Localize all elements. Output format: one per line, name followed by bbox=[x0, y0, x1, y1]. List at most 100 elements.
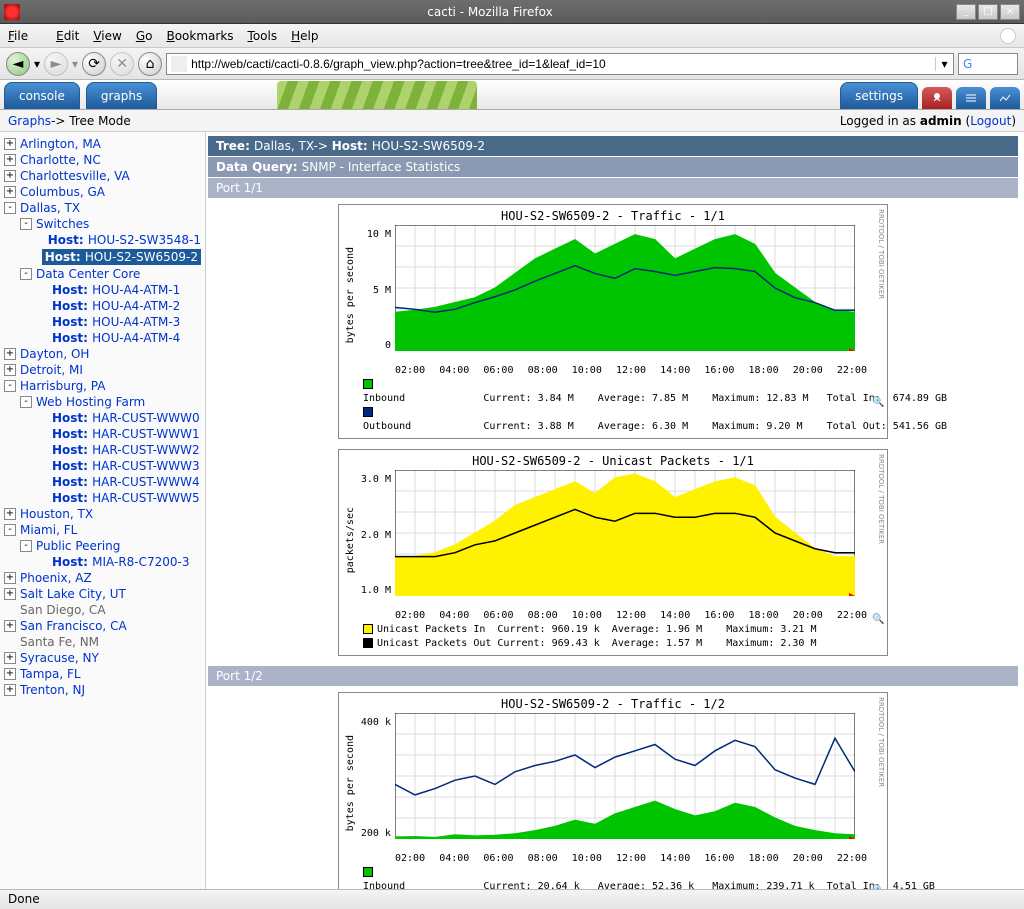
tree-item-label[interactable]: Host: HAR-CUST-WWW4 bbox=[52, 475, 200, 489]
expander-icon[interactable]: - bbox=[4, 524, 16, 536]
tree-item-label[interactable]: Host: HOU-A4-ATM-2 bbox=[52, 299, 180, 313]
tree-item-label[interactable]: Harrisburg, PA bbox=[20, 379, 106, 393]
tab-settings[interactable]: settings bbox=[840, 82, 918, 109]
expander-icon[interactable]: + bbox=[4, 170, 16, 182]
tree-item[interactable]: Host: HOU-S2-SW6509-2 bbox=[0, 248, 205, 266]
tree-item[interactable]: Host: HOU-A4-ATM-4 bbox=[0, 330, 205, 346]
zoom-icon[interactable]: 🔍 bbox=[872, 614, 886, 625]
expander-icon[interactable]: - bbox=[4, 380, 16, 392]
tree-item[interactable]: Santa Fe, NM bbox=[0, 634, 205, 650]
tree-item-label[interactable]: Tampa, FL bbox=[20, 667, 81, 681]
expander-icon[interactable]: - bbox=[20, 268, 32, 280]
tree-item-label[interactable]: Host: HAR-CUST-WWW1 bbox=[52, 427, 200, 441]
tree-item-label[interactable]: Phoenix, AZ bbox=[20, 571, 92, 585]
expander-icon[interactable]: + bbox=[4, 154, 16, 166]
tree-item[interactable]: Host: HAR-CUST-WWW5 bbox=[0, 490, 205, 506]
expander-icon[interactable]: - bbox=[20, 218, 32, 230]
tab-graphs[interactable]: graphs bbox=[86, 82, 157, 109]
tree-item[interactable]: +Houston, TX bbox=[0, 506, 205, 522]
tree-item-label[interactable]: Charlottesville, VA bbox=[20, 169, 130, 183]
expander-icon[interactable]: + bbox=[4, 508, 16, 520]
tree-item[interactable]: Host: HOU-A4-ATM-1 bbox=[0, 282, 205, 298]
tree-item[interactable]: Host: HOU-A4-ATM-2 bbox=[0, 298, 205, 314]
tree-item-label[interactable]: Host: HOU-S2-SW6509-2 bbox=[42, 249, 201, 265]
tree-item[interactable]: -Public Peering bbox=[0, 538, 205, 554]
tree-item[interactable]: Host: HOU-S2-SW3548-1 bbox=[0, 232, 205, 248]
tree-item-label[interactable]: Dallas, TX bbox=[20, 201, 80, 215]
tree-view-icon[interactable] bbox=[922, 87, 952, 109]
tree-item-label[interactable]: Public Peering bbox=[36, 539, 120, 553]
list-view-icon[interactable] bbox=[956, 87, 986, 109]
tree-item[interactable]: + Tampa, FL bbox=[0, 666, 205, 682]
graph-box[interactable]: RRDTOOL / TOBI OETIKER🔍HOU-S2-SW6509-2 -… bbox=[338, 692, 888, 909]
expander-icon[interactable]: + bbox=[4, 668, 16, 680]
expander-icon[interactable]: + bbox=[4, 652, 16, 664]
tree-item-label[interactable]: Switches bbox=[36, 217, 89, 231]
close-button[interactable]: × bbox=[1000, 4, 1020, 20]
expander-icon[interactable]: + bbox=[4, 588, 16, 600]
tree-item-label[interactable]: Host: HAR-CUST-WWW5 bbox=[52, 491, 200, 505]
maximize-button[interactable]: □ bbox=[978, 4, 998, 20]
tree-item[interactable]: Host: HAR-CUST-WWW1 bbox=[0, 426, 205, 442]
tree-item[interactable]: + Salt Lake City, UT bbox=[0, 586, 205, 602]
tree-item[interactable]: -Data Center Core bbox=[0, 266, 205, 282]
tree-item-label[interactable]: San Diego, CA bbox=[20, 603, 106, 617]
expander-icon[interactable]: + bbox=[4, 138, 16, 150]
tree-item-label[interactable]: Host: MIA-R8-C7200-3 bbox=[52, 555, 190, 569]
menu-view[interactable]: View bbox=[93, 29, 121, 43]
tree-item-label[interactable]: Arlington, MA bbox=[20, 137, 101, 151]
tree-item-label[interactable]: Host: HAR-CUST-WWW0 bbox=[52, 411, 200, 425]
tree-item[interactable]: San Diego, CA bbox=[0, 602, 205, 618]
back-dropdown[interactable]: ▾ bbox=[34, 57, 40, 71]
tree-item[interactable]: -Web Hosting Farm bbox=[0, 394, 205, 410]
expander-icon[interactable]: + bbox=[4, 186, 16, 198]
tree-item[interactable]: +Phoenix, AZ bbox=[0, 570, 205, 586]
tree-item-label[interactable]: Host: HOU-A4-ATM-3 bbox=[52, 315, 180, 329]
tree-item[interactable]: + Charlotte, NC bbox=[0, 152, 205, 168]
tree-item-label[interactable]: San Francisco, CA bbox=[20, 619, 127, 633]
tree-item[interactable]: -Dallas, TX bbox=[0, 200, 205, 216]
tree-item[interactable]: Host: HAR-CUST-WWW4 bbox=[0, 474, 205, 490]
tree-item[interactable]: + San Francisco, CA bbox=[0, 618, 205, 634]
tree-item-label[interactable]: Host: HOU-A4-ATM-1 bbox=[52, 283, 180, 297]
tree-item-label[interactable]: Host: HOU-A4-ATM-4 bbox=[52, 331, 180, 345]
tree-item-label[interactable]: Web Hosting Farm bbox=[36, 395, 145, 409]
tree-item[interactable]: Host: HAR-CUST-WWW2 bbox=[0, 442, 205, 458]
tree-item[interactable]: + Syracuse, NY bbox=[0, 650, 205, 666]
zoom-icon[interactable]: 🔍 bbox=[872, 397, 886, 408]
tree-item-label[interactable]: Data Center Core bbox=[36, 267, 140, 281]
menu-tools[interactable]: Tools bbox=[248, 29, 278, 43]
tree-item[interactable]: -Switches bbox=[0, 216, 205, 232]
graph-box[interactable]: RRDTOOL / TOBI OETIKER🔍HOU-S2-SW6509-2 -… bbox=[338, 449, 888, 656]
expander-icon[interactable]: + bbox=[4, 620, 16, 632]
url-bar[interactable]: ▾ bbox=[166, 53, 954, 75]
tree-item[interactable]: -Harrisburg, PA bbox=[0, 378, 205, 394]
tree-item-label[interactable]: Miami, FL bbox=[20, 523, 77, 537]
back-button[interactable]: ◄ bbox=[6, 52, 30, 76]
logout-link[interactable]: Logout bbox=[970, 114, 1011, 128]
tree-item-label[interactable]: Charlotte, NC bbox=[20, 153, 101, 167]
tree-item-label[interactable]: Trenton, NJ bbox=[20, 683, 85, 697]
preview-view-icon[interactable] bbox=[990, 87, 1020, 109]
menu-bookmarks[interactable]: Bookmarks bbox=[166, 29, 233, 43]
tree-item-label[interactable]: Salt Lake City, UT bbox=[20, 587, 126, 601]
minimize-button[interactable]: _ bbox=[956, 4, 976, 20]
breadcrumb-graphs[interactable]: Graphs bbox=[8, 114, 51, 128]
tree-item-label[interactable]: Dayton, OH bbox=[20, 347, 89, 361]
tree-item[interactable]: +Columbus, GA bbox=[0, 184, 205, 200]
tree-item[interactable]: Host: MIA-R8-C7200-3 bbox=[0, 554, 205, 570]
tree-item[interactable]: Host: HAR-CUST-WWW0 bbox=[0, 410, 205, 426]
tree-item-label[interactable]: Host: HAR-CUST-WWW3 bbox=[52, 459, 200, 473]
tree-item-label[interactable]: Detroit, MI bbox=[20, 363, 83, 377]
expander-icon[interactable]: - bbox=[4, 202, 16, 214]
url-input[interactable] bbox=[191, 54, 935, 74]
tree-item[interactable]: +Detroit, MI bbox=[0, 362, 205, 378]
tree-item-label[interactable]: Santa Fe, NM bbox=[20, 635, 99, 649]
home-button[interactable]: ⌂ bbox=[138, 52, 162, 76]
search-bar[interactable]: G bbox=[958, 53, 1018, 75]
tree-item-label[interactable]: Syracuse, NY bbox=[20, 651, 99, 665]
tree-item-label[interactable]: Host: HAR-CUST-WWW2 bbox=[52, 443, 200, 457]
expander-icon[interactable]: + bbox=[4, 684, 16, 696]
menu-help[interactable]: Help bbox=[291, 29, 318, 43]
tab-console[interactable]: console bbox=[4, 82, 80, 109]
